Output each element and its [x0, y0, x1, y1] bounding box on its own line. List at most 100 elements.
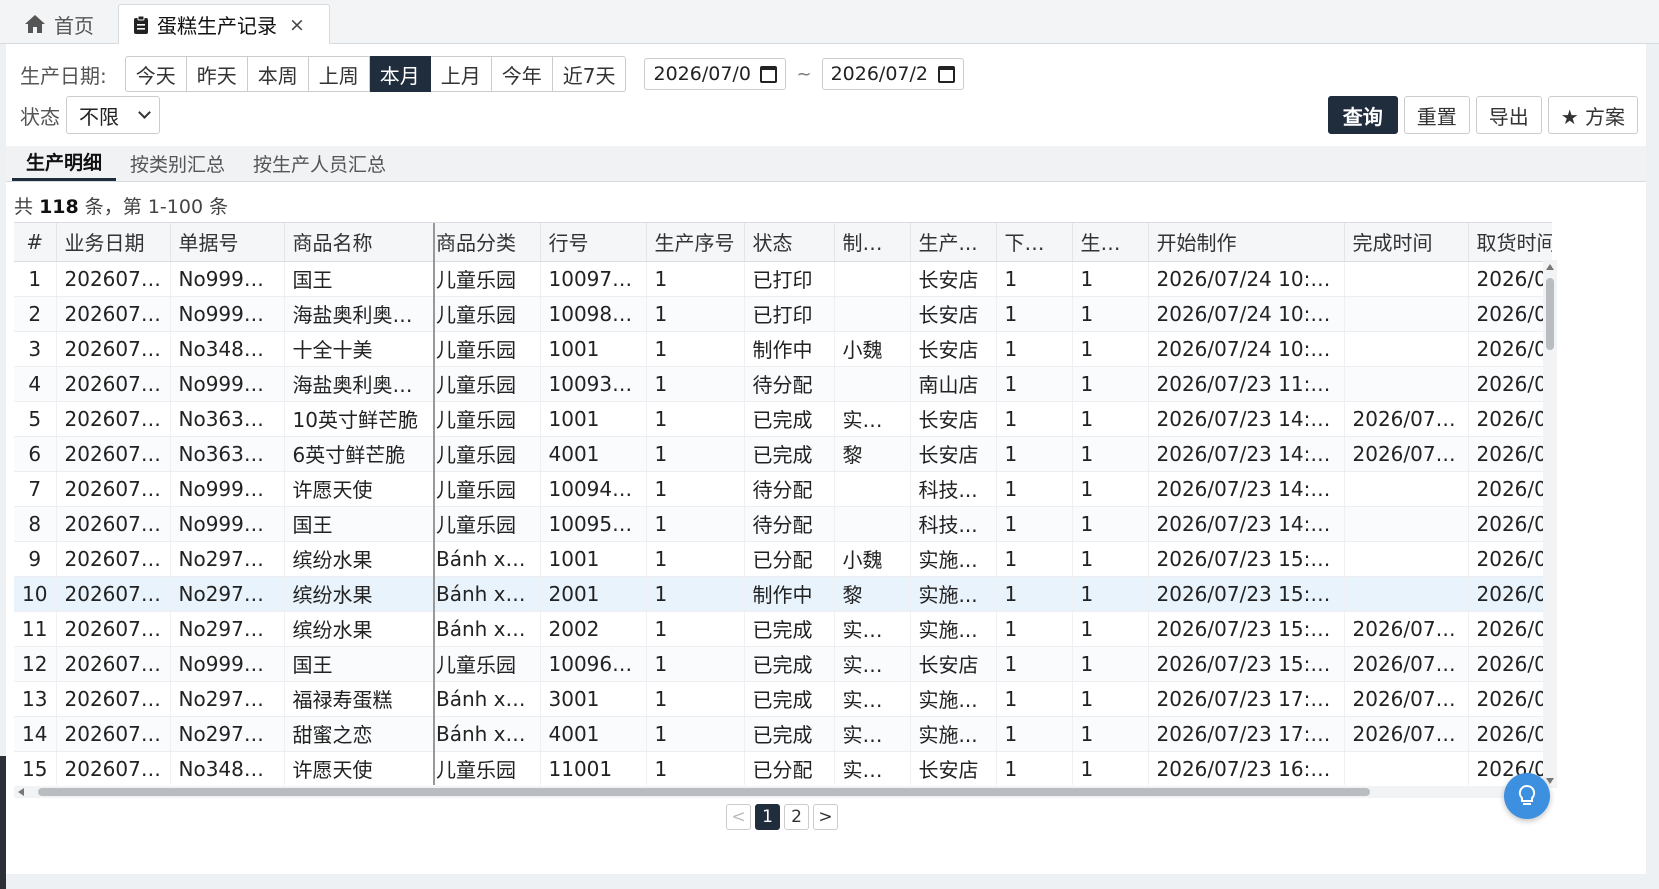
column-header[interactable]: 开始制作 — [1148, 223, 1345, 262]
table-cell: 已完成 — [744, 611, 835, 647]
table-row[interactable]: 11 20260723 No2970... 缤纷水果 Bánh xu ... 2002 1 已… — [14, 611, 1552, 647]
calendar-icon[interactable] — [937, 65, 955, 83]
table-cell: 1 — [1072, 611, 1149, 647]
column-header[interactable]: 生产... — [1072, 223, 1149, 262]
table-row[interactable]: 7 20260723 No9999... 许愿天使 儿童乐园 10094001 1 待分配 科技… — [14, 471, 1552, 507]
table-cell: 4001 — [540, 436, 647, 472]
quick-range-button[interactable]: 昨天 — [186, 56, 248, 92]
page-1-button[interactable]: 1 — [755, 804, 780, 830]
table-row[interactable]: 13 20260723 No2970... 福禄寿蛋糕 Bánh xu ... 3001 1… — [14, 681, 1552, 717]
table-cell: 10094001 — [540, 471, 647, 507]
table-cell: 2026/07/... — [1344, 401, 1469, 437]
calendar-icon[interactable] — [760, 65, 778, 83]
table-row[interactable]: 6 20260723 No3632... 6英寸鲜芒脆 儿童乐园 4001 1 已完成黎长安店… — [14, 436, 1552, 472]
table-cell: 儿童乐园 — [433, 401, 541, 437]
table-cell: 1 — [1072, 401, 1149, 437]
export-button[interactable]: 导出 — [1475, 96, 1542, 134]
table-cell: 待分配 — [744, 366, 835, 402]
next-page-button[interactable]: > — [813, 804, 838, 830]
column-header[interactable]: 行号 — [540, 223, 647, 262]
status-select[interactable]: 不限 — [66, 96, 160, 134]
table-cell: 1001 — [540, 541, 647, 577]
scroll-up-arrow-icon[interactable] — [1546, 264, 1554, 270]
quick-range-button[interactable]: 本周 — [247, 56, 309, 92]
scroll-down-arrow-icon[interactable] — [1546, 778, 1554, 784]
column-header[interactable]: 商品分类 — [433, 223, 541, 262]
date-from-input[interactable]: 2026/07/0 — [644, 58, 787, 90]
quick-range-button[interactable]: 本月 — [369, 56, 431, 92]
scroll-left-arrow-icon[interactable] — [18, 788, 24, 796]
table-cell: No9999... — [170, 646, 285, 682]
query-button[interactable]: 查询 — [1327, 96, 1398, 134]
view-tab[interactable]: 按生产人员汇总 — [239, 145, 400, 181]
table-row[interactable]: 5 20260723 No3632... 10英寸鲜芒脆 儿童乐园 1001 1 已完成 实施二… — [14, 401, 1552, 437]
column-header[interactable]: 生产序号 — [646, 223, 745, 262]
table-row[interactable]: 2 20260724 No9999... 海盐奥利奥水... 儿童乐园 10098001 1… — [14, 296, 1552, 332]
table-cell: 1 — [646, 261, 745, 297]
horizontal-scroll-thumb[interactable] — [38, 788, 1370, 796]
quick-range-button[interactable]: 上周 — [308, 56, 370, 92]
table-cell: 已完成 — [744, 716, 835, 752]
table-header-row: # 业务日期 单据号 商品名称 商品分类 行号 生产序号 状态 制作人 生产... 下单... 生产.… — [14, 223, 1552, 262]
table-cell: 儿童乐园 — [433, 296, 541, 332]
column-header[interactable]: 单据号 — [170, 223, 285, 262]
tab-home[interactable]: 首页 — [10, 4, 108, 44]
page-2-button[interactable]: 2 — [784, 804, 809, 830]
table-cell: No2970... — [170, 576, 285, 612]
column-header[interactable]: 商品名称 — [284, 223, 435, 262]
quick-range-button[interactable]: 上月 — [430, 56, 492, 92]
column-header[interactable]: 制作人 — [834, 223, 911, 262]
horizontal-scrollbar[interactable] — [14, 786, 1546, 798]
help-fab-button[interactable] — [1504, 773, 1550, 819]
quick-range-button[interactable]: 今天 — [124, 56, 187, 92]
table-cell: 实施... — [910, 576, 997, 612]
table-cell: 已分配 — [744, 541, 835, 577]
table-row[interactable]: 15 20260723 No3480... 许愿天使 儿童乐园 11001 1 已分配 实施二长… — [14, 751, 1552, 785]
table-row[interactable]: 8 20260723 No9999... 国王 儿童乐园 10095001 1 待分配 科技..… — [14, 506, 1552, 542]
vertical-scrollbar[interactable] — [1543, 260, 1557, 788]
table-cell: 2026/07/23 16:41 — [1148, 751, 1345, 785]
table-cell: 10098001 — [540, 296, 647, 332]
table-row[interactable]: 4 20260723 No9999... 海盐奥利奥水... 儿童乐园 10093001 1… — [14, 366, 1552, 402]
table-cell: No9999... — [170, 506, 285, 542]
table-cell: 20260723 — [56, 646, 171, 682]
column-header[interactable]: 完成时间 — [1344, 223, 1469, 262]
table-cell: No3480... — [170, 751, 285, 785]
date-to-input[interactable]: 2026/07/2 — [821, 58, 964, 90]
tab-cake-production[interactable]: 蛋糕生产记录 × — [118, 4, 330, 44]
table-cell: 1 — [1072, 296, 1149, 332]
column-header[interactable]: 状态 — [744, 223, 835, 262]
table-cell: 1 — [996, 541, 1073, 577]
table-cell: 1 — [646, 401, 745, 437]
table-cell: 2001 — [540, 576, 647, 612]
prev-page-button[interactable]: < — [726, 804, 751, 830]
table-row[interactable]: 14 20260723 No2970... 甜蜜之恋 Bánh xu ... 4001 1 已… — [14, 716, 1552, 752]
close-icon[interactable]: × — [289, 14, 305, 36]
table-row[interactable]: 1 20260724 No9999... 国王 儿童乐园 10097001 1 已打印 长安店 1… — [14, 261, 1552, 297]
table-cell: 福禄寿蛋糕 — [284, 681, 435, 717]
table-row[interactable]: 9 20260723 No2970... 缤纷水果 Bánh xu ... 1001 1 已分… — [14, 541, 1552, 577]
table-cell: 2026/07/... — [1344, 611, 1469, 647]
quick-range-button[interactable]: 近7天 — [552, 56, 627, 92]
reset-button[interactable]: 重置 — [1403, 96, 1470, 134]
table-cell: 20260723 — [56, 716, 171, 752]
vertical-scroll-thumb[interactable] — [1546, 278, 1554, 350]
table-cell: 1 — [1072, 261, 1149, 297]
table-row[interactable]: 3 20260724 No3480... 十全十美 儿童乐园 1001 1 制作中 小魏 长安店 1… — [14, 331, 1552, 367]
column-header[interactable]: 取货时间 — [1468, 223, 1552, 262]
table-row[interactable]: 10 20260723 No2970... 缤纷水果 Bánh xu ... 2001 1 制… — [14, 576, 1552, 612]
view-tab[interactable]: 生产明细 — [12, 145, 117, 181]
view-tab[interactable]: 按类别汇总 — [116, 145, 239, 181]
column-header[interactable]: 生产... — [910, 223, 997, 262]
count-suffix: 条，第 1-100 条 — [84, 196, 229, 218]
main-panel: 生产日期: 今天 昨天 本周 上周 本月 上月 今年 近7天 2026/07/0 ~ 2026… — [6, 44, 1646, 874]
table-cell: 缤纷水果 — [284, 611, 435, 647]
table-row[interactable]: 12 20260723 No9999... 国王 儿童乐园 10096001 1 已完成 实施二… — [14, 646, 1552, 682]
scheme-button[interactable]: ★ 方案 — [1547, 96, 1638, 134]
column-header[interactable]: 业务日期 — [56, 223, 171, 262]
table-cell: 4 — [14, 366, 57, 402]
table-cell: 10英寸鲜芒脆 — [284, 401, 435, 437]
quick-range-button[interactable]: 今年 — [491, 56, 553, 92]
column-header[interactable]: # — [14, 223, 57, 262]
column-header[interactable]: 下单... — [996, 223, 1073, 262]
